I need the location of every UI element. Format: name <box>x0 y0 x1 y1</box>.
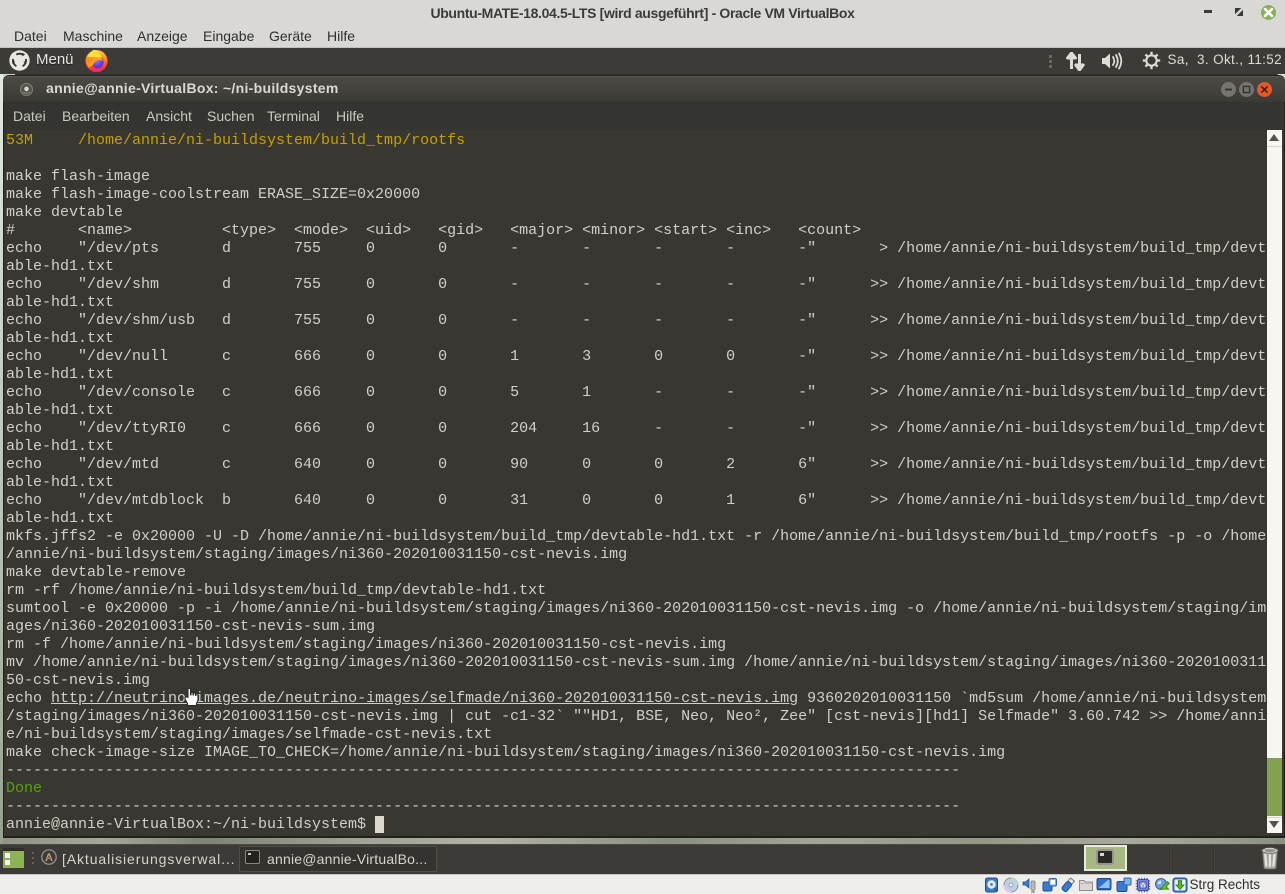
svg-text:V: V <box>1141 883 1145 889</box>
